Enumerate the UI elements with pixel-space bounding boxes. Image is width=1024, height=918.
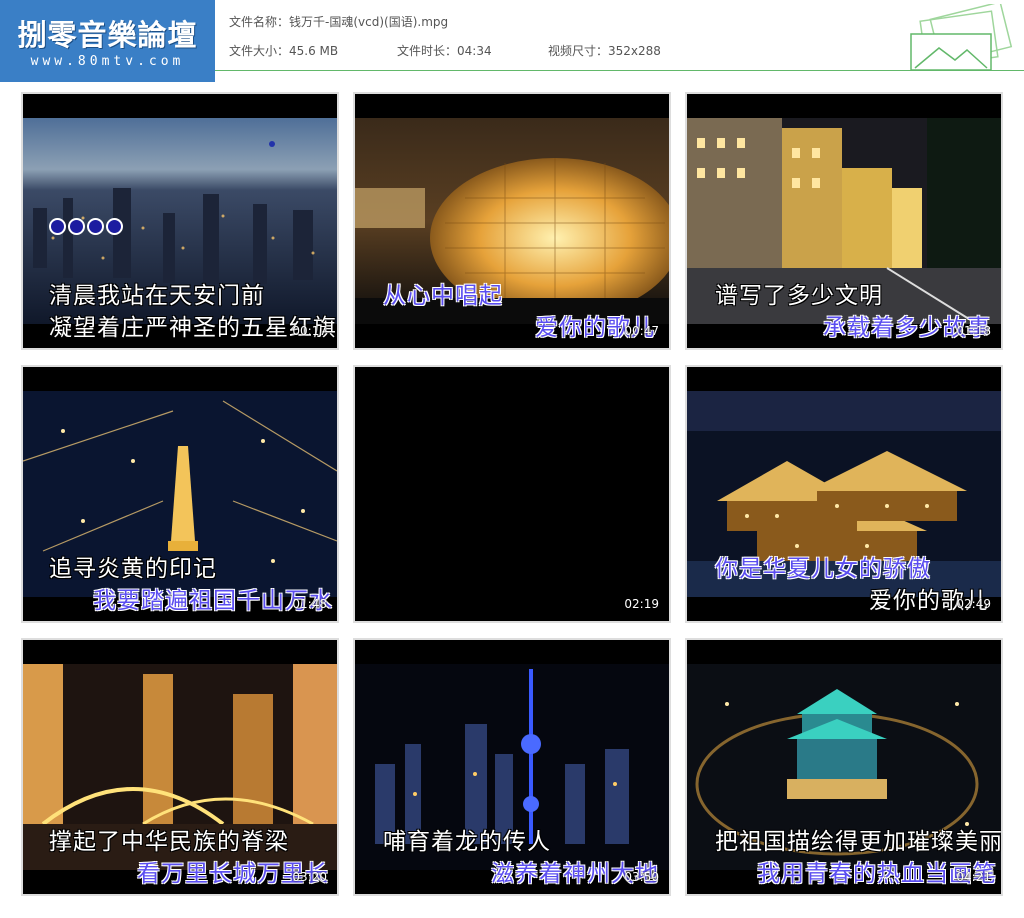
lyric-line-1: 你是华夏儿女的骄傲 (715, 556, 931, 582)
logo-url: www.80mtv.com (30, 54, 185, 69)
timestamp: 00:47 (624, 324, 659, 338)
thumbnail[interactable]: 清晨我站在天安门前 凝望着庄严神圣的五星红旗 00:17 (21, 92, 339, 350)
thumbnail[interactable]: 你是华夏儿女的骄傲 爱你的歌儿 02:49 (685, 365, 1003, 623)
header-divider (215, 70, 1024, 71)
logo-title: 捌零音樂論壇 (17, 18, 198, 52)
timestamp: 01:18 (956, 324, 991, 338)
lyric-line-1: 撑起了中华民族的脊梁 (49, 829, 289, 855)
lyric-line-1: 把祖国描绘得更加璀璨美丽 (715, 829, 1003, 855)
lyric-line-1: 清晨我站在天安门前 (49, 283, 265, 309)
thumbnail[interactable]: 谱写了多少文明 承载着多少故事 01:18 (685, 92, 1003, 350)
timestamp: 04:21 (956, 870, 991, 884)
lyric-line-1: 哺育着龙的传人 (383, 829, 551, 855)
thumbnail[interactable]: 02:19 (353, 365, 671, 623)
file-name: 文件名称：钱万千-国魂(vcd)(国语).mpg (229, 15, 449, 29)
timestamp: 03:20 (292, 870, 327, 884)
thumbnail[interactable]: 把祖国描绘得更加璀璨美丽 我用青春的热血当画笔 04:21 (685, 638, 1003, 896)
site-logo: 捌零音樂論壇 www.80mtv.com (0, 0, 215, 82)
thumbnail[interactable]: 哺育着龙的传人 滋养着神州大地 03:50 (353, 638, 671, 896)
timestamp: 02:19 (624, 597, 659, 611)
thumbnail[interactable]: 追寻炎黄的印记 我要踏遍祖国千山万水 01:48 (21, 365, 339, 623)
timestamp: 00:17 (292, 324, 327, 338)
black-frame-image (355, 391, 669, 597)
timestamp: 03:50 (624, 870, 659, 884)
file-size: 文件大小：45.6 MB (229, 44, 339, 58)
thumbnail[interactable]: 撑起了中华民族的脊梁 看万里长城万里长 03:20 (21, 638, 339, 896)
timestamp: 01:48 (292, 597, 327, 611)
thumbnail[interactable]: 从心中唱起 爱你的歌儿 00:47 (353, 92, 671, 350)
file-duration: 文件时长：04:34 (397, 44, 492, 58)
lyric-line-1: 追寻炎黄的印记 (49, 556, 217, 582)
lyric-line-1: 从心中唱起 (383, 283, 503, 309)
timestamp: 02:49 (956, 597, 991, 611)
video-frame (355, 391, 669, 597)
lyric-line-1: 谱写了多少文明 (715, 283, 883, 309)
video-dimensions: 视频尺寸：352x288 (548, 44, 661, 58)
countdown-dots (49, 218, 125, 239)
picture-frame-icon (910, 4, 1013, 71)
